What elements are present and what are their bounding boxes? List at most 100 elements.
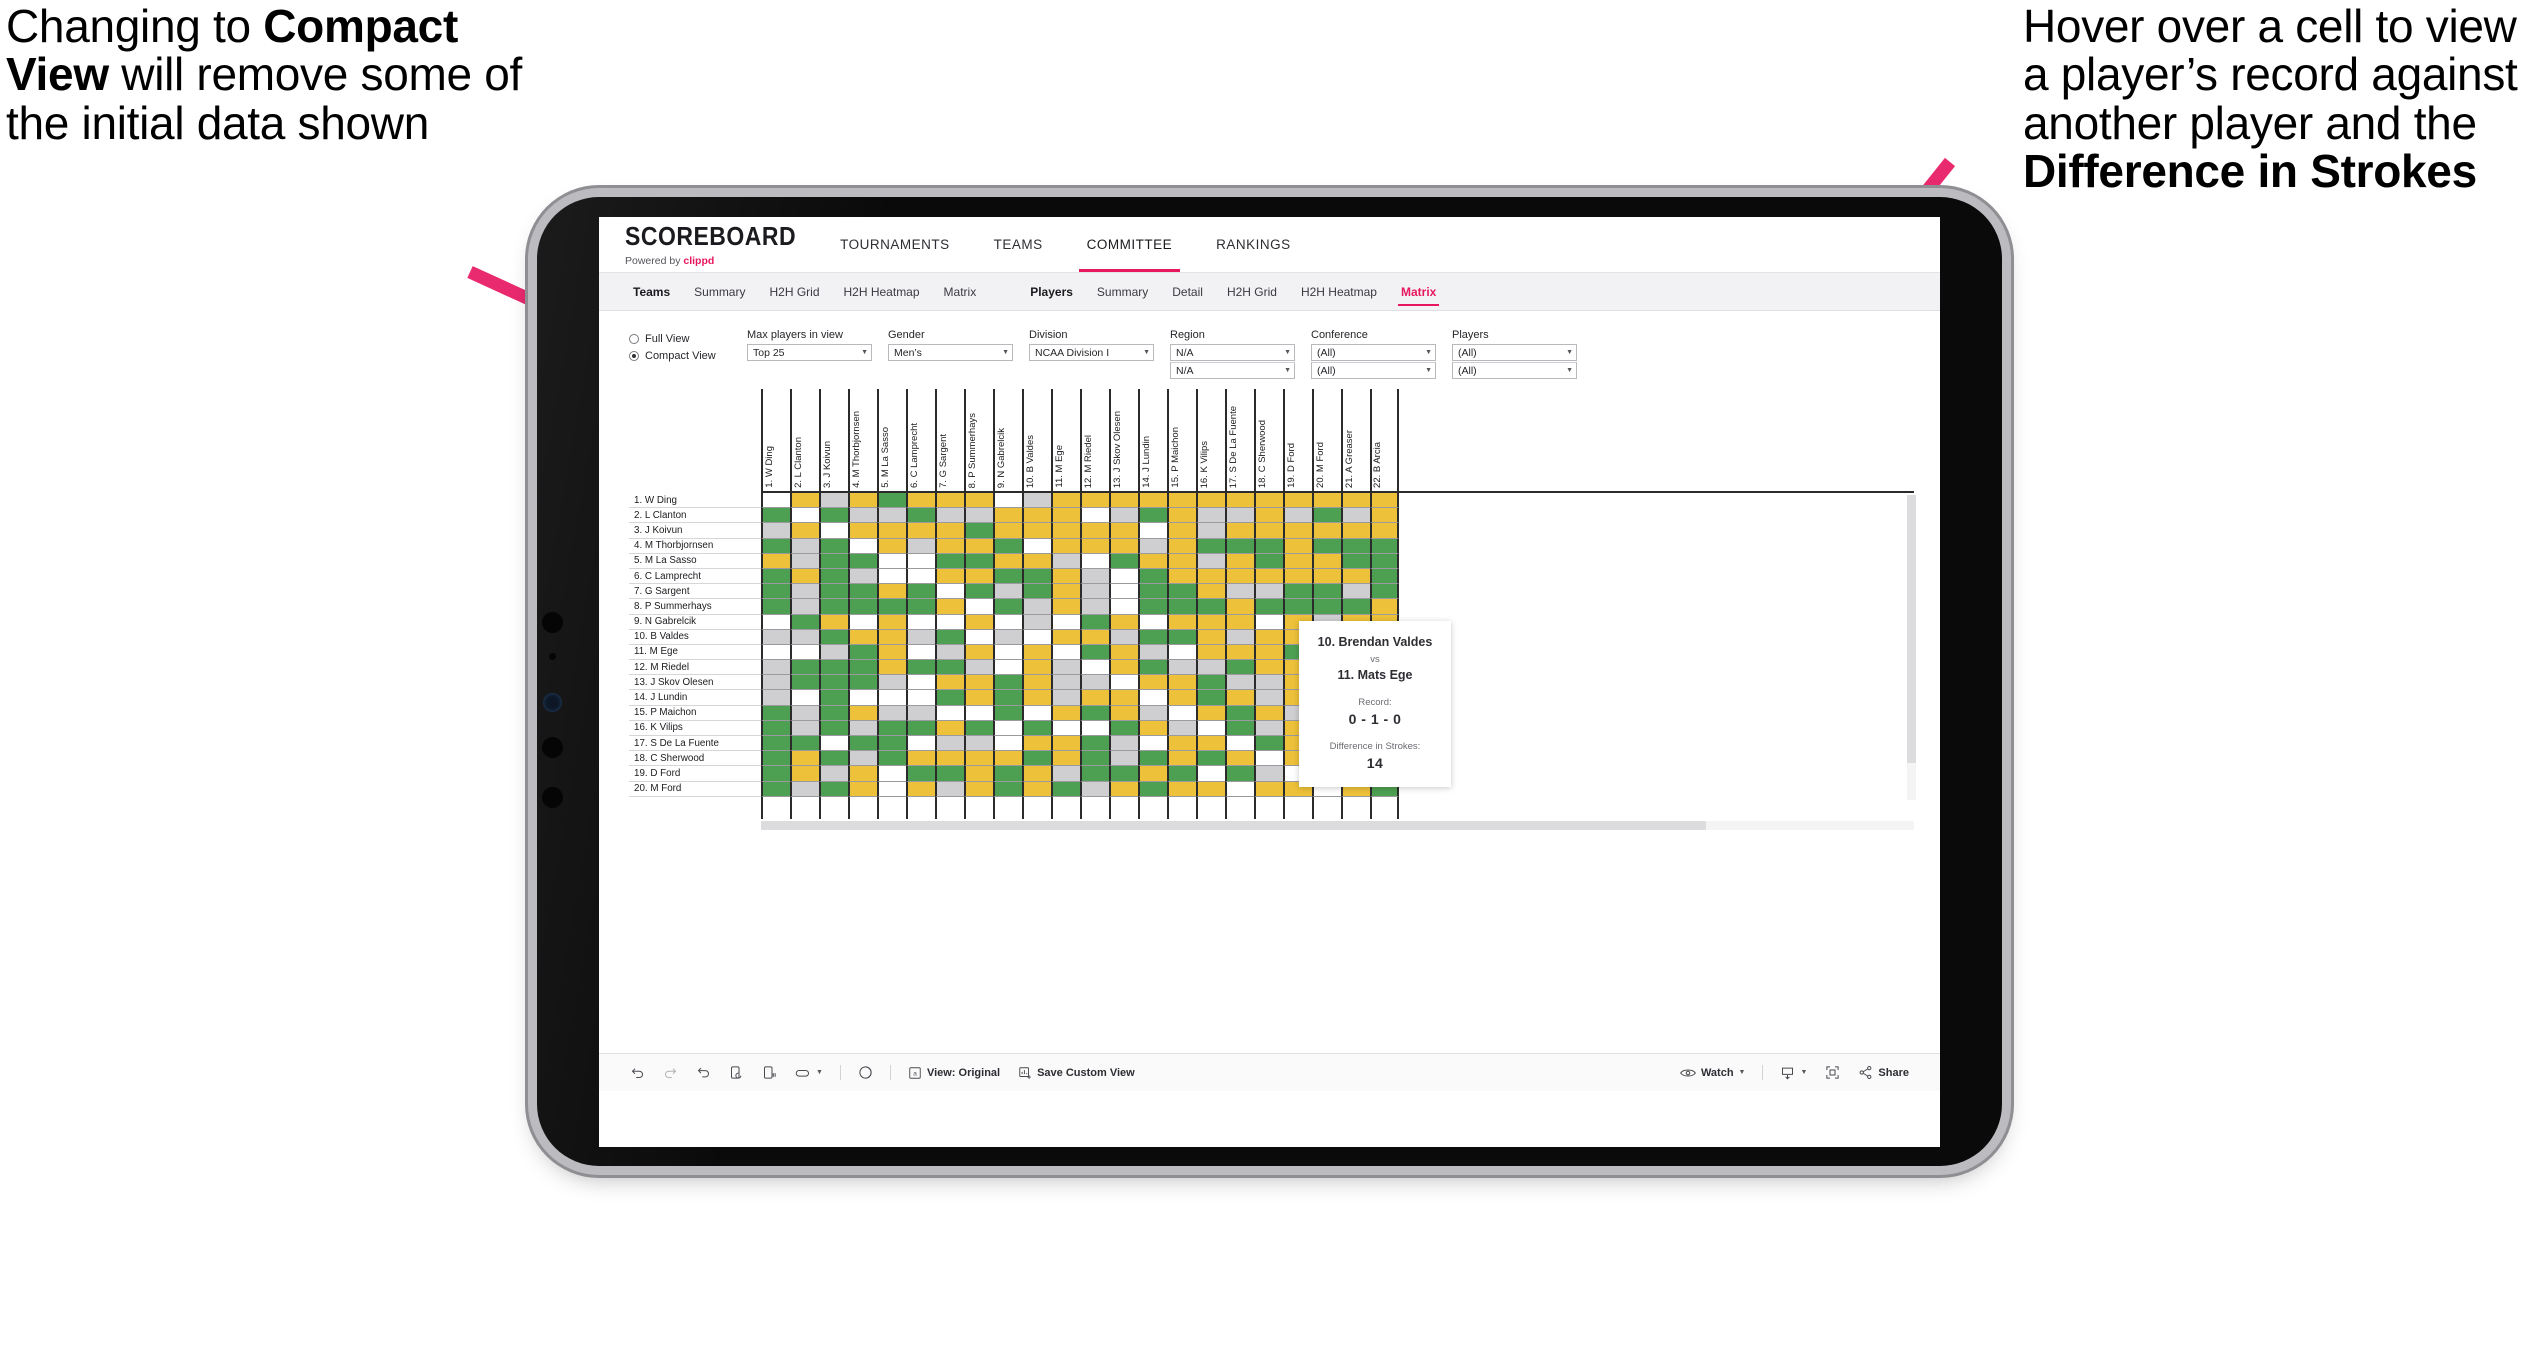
matrix-cell[interactable] xyxy=(848,584,877,600)
view-original-button[interactable]: a View: Original xyxy=(899,1066,1009,1080)
matrix-cell[interactable] xyxy=(1109,690,1138,706)
matrix-cell[interactable] xyxy=(848,599,877,615)
matrix-cell[interactable] xyxy=(1022,644,1051,661)
matrix-cell[interactable] xyxy=(1080,660,1109,676)
matrix-cell[interactable] xyxy=(1196,493,1225,509)
subtab-players-summary[interactable]: Summary xyxy=(1085,273,1160,310)
matrix-cell[interactable] xyxy=(790,584,819,600)
matrix-cell[interactable] xyxy=(1109,781,1138,797)
matrix-cell[interactable] xyxy=(1138,568,1167,585)
matrix-cell[interactable] xyxy=(877,538,906,554)
matrix-col-header[interactable]: 6. C Lamprecht xyxy=(906,389,935,491)
matrix-cell[interactable] xyxy=(1080,584,1109,600)
matrix-cell[interactable] xyxy=(1341,599,1370,615)
matrix-cell[interactable] xyxy=(1080,553,1109,569)
nav-tab-tournaments[interactable]: TOURNAMENTS xyxy=(818,217,972,272)
matrix-row-label[interactable]: 7. G Sargent xyxy=(629,584,761,600)
select-conference-2[interactable]: (All) ▼ xyxy=(1311,362,1436,379)
matrix-cell[interactable] xyxy=(1283,599,1312,615)
matrix-cell[interactable] xyxy=(935,766,964,782)
matrix-cell[interactable] xyxy=(790,751,819,767)
brand-logo[interactable]: SCOREBOARD Powered by clippd xyxy=(599,217,818,272)
subtab-players-head[interactable]: Players xyxy=(1018,273,1085,310)
matrix-cell[interactable] xyxy=(848,553,877,569)
matrix-cell[interactable] xyxy=(1080,705,1109,721)
matrix-cell[interactable] xyxy=(790,766,819,782)
matrix-cell[interactable] xyxy=(819,675,848,691)
matrix-cell[interactable] xyxy=(1109,538,1138,554)
matrix-cell[interactable] xyxy=(1254,523,1283,539)
matrix-cell[interactable] xyxy=(964,584,993,600)
matrix-cell[interactable] xyxy=(877,690,906,706)
matrix-cell[interactable] xyxy=(761,508,790,524)
matrix-cell[interactable] xyxy=(1225,781,1254,797)
matrix-cell[interactable] xyxy=(877,508,906,524)
matrix-cell[interactable] xyxy=(1283,553,1312,569)
matrix-col-header[interactable]: 20. M Ford xyxy=(1312,389,1341,491)
nav-tab-teams[interactable]: TEAMS xyxy=(972,217,1065,272)
matrix-cell[interactable] xyxy=(877,568,906,585)
matrix-cell[interactable] xyxy=(761,644,790,661)
matrix-row-label[interactable]: 12. M Riedel xyxy=(629,660,761,676)
matrix-cell[interactable] xyxy=(877,599,906,615)
matrix-cell[interactable] xyxy=(790,523,819,539)
matrix-cell[interactable] xyxy=(877,493,906,509)
matrix-row-label[interactable]: 8. P Summerhays xyxy=(629,599,761,615)
matrix-cell[interactable] xyxy=(877,614,906,630)
select-gender[interactable]: Men’s ▼ xyxy=(888,344,1013,361)
matrix-cell[interactable] xyxy=(993,690,1022,706)
matrix-cell[interactable] xyxy=(1312,523,1341,539)
matrix-cell[interactable] xyxy=(964,508,993,524)
matrix-cell[interactable] xyxy=(761,720,790,736)
matrix-cell[interactable] xyxy=(1167,690,1196,706)
matrix-cell[interactable] xyxy=(790,690,819,706)
matrix-cell[interactable] xyxy=(935,690,964,706)
matrix-cell[interactable] xyxy=(1051,781,1080,797)
h2h-matrix[interactable]: 1. W Ding 2. L Clanton 3. J Koivun 4. M Tho… xyxy=(629,389,1916,830)
matrix-cell[interactable] xyxy=(1283,568,1312,585)
matrix-cell[interactable] xyxy=(906,766,935,782)
subtab-players-h2h-grid[interactable]: H2H Grid xyxy=(1215,273,1289,310)
matrix-cell[interactable] xyxy=(1196,781,1225,797)
select-players-1[interactable]: (All) ▼ xyxy=(1452,344,1577,361)
matrix-cell[interactable] xyxy=(819,614,848,630)
matrix-cell[interactable] xyxy=(1196,751,1225,767)
matrix-cell[interactable] xyxy=(1254,644,1283,661)
matrix-col-header[interactable]: 17. S De La Fuente xyxy=(1225,389,1254,491)
matrix-cell[interactable] xyxy=(790,614,819,630)
matrix-cell[interactable] xyxy=(935,705,964,721)
matrix-cell[interactable] xyxy=(1225,493,1254,509)
matrix-cell[interactable] xyxy=(906,751,935,767)
matrix-cell[interactable] xyxy=(790,493,819,509)
matrix-col-header[interactable]: 19. D Ford xyxy=(1283,389,1312,491)
matrix-cell[interactable] xyxy=(1138,629,1167,645)
matrix-cell[interactable] xyxy=(993,599,1022,615)
matrix-cell[interactable] xyxy=(1370,568,1399,585)
matrix-cell[interactable] xyxy=(993,629,1022,645)
matrix-cell[interactable] xyxy=(877,720,906,736)
select-division[interactable]: NCAA Division I ▼ xyxy=(1029,344,1154,361)
matrix-cell[interactable] xyxy=(1138,736,1167,752)
matrix-cell[interactable] xyxy=(1138,660,1167,676)
matrix-cell[interactable] xyxy=(848,720,877,736)
download-button[interactable]: ▼ xyxy=(1771,1065,1816,1080)
matrix-cell[interactable] xyxy=(1022,508,1051,524)
matrix-cell[interactable] xyxy=(1080,599,1109,615)
refresh-button[interactable] xyxy=(720,1065,753,1080)
matrix-cell[interactable] xyxy=(819,690,848,706)
matrix-cell[interactable] xyxy=(1051,629,1080,645)
matrix-cell[interactable] xyxy=(819,538,848,554)
matrix-row-label[interactable]: 3. J Koivun xyxy=(629,523,761,539)
matrix-cell[interactable] xyxy=(1167,614,1196,630)
matrix-row-label[interactable]: 10. B Valdes xyxy=(629,629,761,645)
matrix-cell[interactable] xyxy=(819,720,848,736)
matrix-cell[interactable] xyxy=(1051,614,1080,630)
matrix-cell[interactable] xyxy=(1051,766,1080,782)
matrix-cell[interactable] xyxy=(790,675,819,691)
matrix-cell[interactable] xyxy=(1022,751,1051,767)
matrix-col-header[interactable]: 10. B Valdes xyxy=(1022,389,1051,491)
matrix-row-label[interactable]: 19. D Ford xyxy=(629,766,761,782)
horizontal-scrollbar[interactable] xyxy=(761,820,1914,830)
matrix-cell[interactable] xyxy=(1051,736,1080,752)
matrix-cell[interactable] xyxy=(1022,720,1051,736)
